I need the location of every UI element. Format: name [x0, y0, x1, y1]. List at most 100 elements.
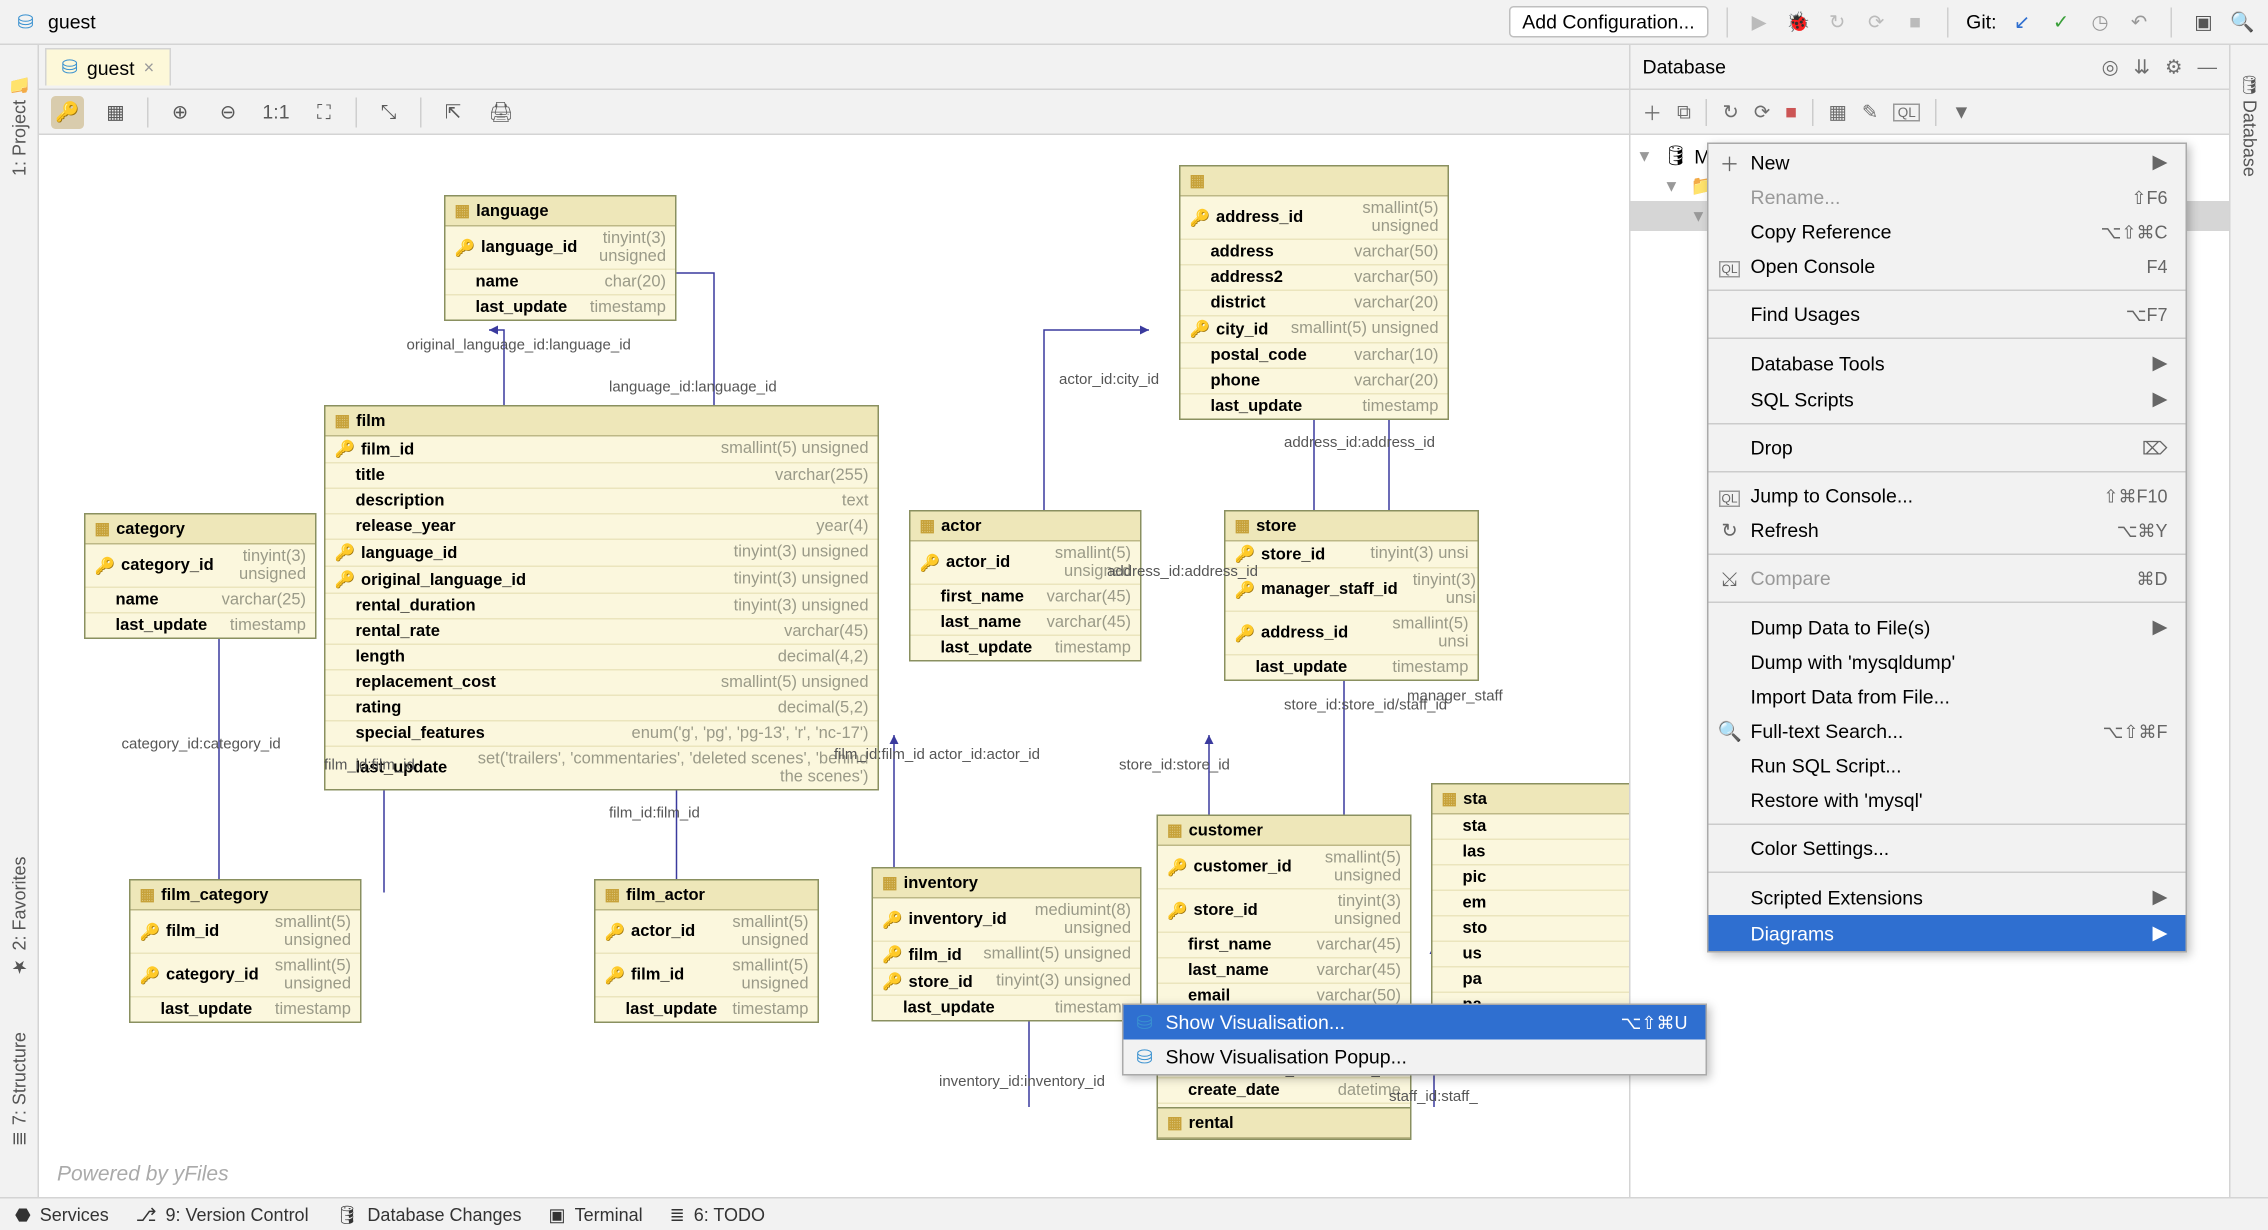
menu-item[interactable]: Import Data from File...: [1709, 680, 2186, 715]
column-row[interactable]: last_updatetimestamp: [596, 998, 818, 1022]
column-row[interactable]: 🔑category_idtinyint(3) unsigned: [86, 545, 316, 589]
refresh-btn[interactable]: ↻: [1722, 100, 1738, 124]
column-row[interactable]: last_updatetimestamp: [131, 998, 361, 1022]
export-btn[interactable]: ⇱: [437, 95, 470, 128]
column-row[interactable]: postal_codevarchar(10): [1181, 344, 1448, 370]
submenu-item[interactable]: ⛁Show Visualisation...⌥⇧⌘U: [1124, 1005, 1706, 1040]
context-menu[interactable]: ＋New▶Rename...⇧F6Copy Reference⌥⇧⌘CQLOpe…: [1707, 143, 2187, 953]
console-btn[interactable]: QL: [1893, 103, 1920, 121]
coverage-icon[interactable]: ↻: [1824, 8, 1851, 35]
column-row[interactable]: 🔑customer_idsmallint(5) unsigned: [1158, 846, 1410, 890]
column-row[interactable]: 🔑film_idsmallint(5) unsigned: [596, 954, 818, 998]
hide-icon[interactable]: —: [2198, 55, 2218, 79]
column-row[interactable]: 🔑actor_idsmallint(5) unsigned: [911, 542, 1141, 586]
fit-content-btn[interactable]: ⛶: [308, 95, 341, 128]
table-customer[interactable]: ▦customer🔑customer_idsmallint(5) unsigne…: [1157, 815, 1412, 1130]
column-row[interactable]: phonevarchar(20): [1181, 369, 1448, 395]
table-actor[interactable]: ▦actor🔑actor_idsmallint(5) unsignedfirst…: [909, 510, 1142, 662]
column-row[interactable]: address2varchar(50): [1181, 266, 1448, 292]
add-datasource-btn[interactable]: ＋: [1643, 98, 1663, 127]
column-row[interactable]: namevarchar(25): [86, 588, 316, 614]
submenu-item[interactable]: ⛁Show Visualisation Popup...: [1124, 1040, 1706, 1075]
breadcrumb[interactable]: guest: [48, 11, 96, 34]
column-row[interactable]: namechar(20): [446, 270, 676, 296]
column-row[interactable]: 🔑film_idsmallint(5) unsigned: [131, 911, 361, 955]
menu-item[interactable]: Run SQL Script...: [1709, 749, 2186, 784]
column-row[interactable]: last_updatetimestamp: [911, 636, 1141, 660]
table-rental[interactable]: ▦rental: [1157, 1107, 1412, 1140]
column-row[interactable]: last_namevarchar(45): [911, 611, 1141, 637]
database-tool-button[interactable]: 🛢 Database: [2239, 60, 2260, 189]
favorites-tool-button[interactable]: ★ 2: Favorites: [8, 845, 29, 990]
editor-tab-guest[interactable]: ⛁ guest ×: [45, 48, 171, 86]
column-row[interactable]: 🔑city_idsmallint(5) unsigned: [1181, 317, 1448, 344]
table-category[interactable]: ▦category🔑category_idtinyint(3) unsigned…: [84, 513, 317, 639]
column-row[interactable]: last_updatetimestamp: [1181, 395, 1448, 419]
column-row[interactable]: create_datedatetime: [1158, 1079, 1410, 1105]
stop-btn[interactable]: ■: [1785, 101, 1797, 124]
column-row[interactable]: 🔑address_idsmallint(5) unsigned: [1181, 197, 1448, 241]
column-row[interactable]: 🔑film_idsmallint(5) unsigned: [873, 942, 1140, 969]
column-row[interactable]: 🔑inventory_idmediumint(8) unsigned: [873, 899, 1140, 943]
column-row[interactable]: pic: [1433, 866, 1630, 892]
column-row[interactable]: em: [1433, 891, 1630, 917]
zoom-out-btn[interactable]: ⊖: [212, 95, 245, 128]
column-row[interactable]: sto: [1433, 917, 1630, 943]
column-row[interactable]: 🔑language_idtinyint(3) unsigned: [446, 227, 676, 271]
project-tool-button[interactable]: 1: Project📁: [8, 60, 29, 188]
table-staff[interactable]: ▦stastalaspicemstouspapa: [1431, 783, 1629, 1019]
menu-item[interactable]: QLJump to Console...⇧⌘F10: [1709, 479, 2186, 514]
target-icon[interactable]: ◎: [2102, 55, 2119, 79]
column-row[interactable]: 🔑store_idtinyint(3) unsi: [1226, 542, 1478, 569]
menu-item[interactable]: Restore with 'mysql': [1709, 783, 2186, 818]
all-columns-btn[interactable]: ▦: [99, 95, 132, 128]
menu-item[interactable]: Dump Data to File(s)▶: [1709, 609, 2186, 645]
filter-btn[interactable]: ▼: [1952, 101, 1971, 124]
menu-item[interactable]: 🔍Full-text Search...⌥⇧⌘F: [1709, 714, 2186, 749]
column-row[interactable]: us: [1433, 942, 1630, 968]
column-row[interactable]: special_featuresenum('g', 'pg', 'pg-13',…: [326, 722, 878, 748]
column-row[interactable]: lengthdecimal(4,2): [326, 645, 878, 671]
column-row[interactable]: 🔑store_idtinyint(3) unsigned: [873, 969, 1140, 996]
services-tool[interactable]: ⬣Services: [15, 1204, 109, 1225]
debug-icon[interactable]: 🐞: [1785, 8, 1812, 35]
column-row[interactable]: addressvarchar(50): [1181, 240, 1448, 266]
structure-tool-button[interactable]: ≣ 7: Structure: [8, 1020, 29, 1158]
menu-item[interactable]: Copy Reference⌥⇧⌘C: [1709, 215, 2186, 250]
git-update-icon[interactable]: ↙: [2009, 8, 2036, 35]
column-row[interactable]: last_updatetimestamp: [86, 614, 316, 638]
expand-icon[interactable]: ⇊: [2134, 55, 2150, 79]
close-icon[interactable]: ×: [144, 57, 155, 78]
menu-item[interactable]: ↻Refresh⌥⌘Y: [1709, 513, 2186, 548]
menu-item[interactable]: Dump with 'mysqldump': [1709, 645, 2186, 680]
column-row[interactable]: last_namevarchar(45): [1158, 959, 1410, 985]
column-row[interactable]: sta: [1433, 815, 1630, 841]
column-row[interactable]: rental_durationtinyint(3) unsigned: [326, 594, 878, 620]
todo-tool[interactable]: ≣6: TODO: [670, 1204, 765, 1225]
menu-item[interactable]: QLOpen ConsoleF4: [1709, 249, 2186, 284]
column-row[interactable]: first_namevarchar(45): [911, 585, 1141, 611]
db-changes-tool[interactable]: 🛢Database Changes: [336, 1204, 522, 1225]
vcs-tool[interactable]: ⎇9: Version Control: [136, 1204, 309, 1225]
run-icon[interactable]: ▶: [1746, 8, 1773, 35]
column-row[interactable]: 🔑original_language_idtinyint(3) unsigned: [326, 567, 878, 594]
column-row[interactable]: rental_ratevarchar(45): [326, 620, 878, 646]
key-columns-btn[interactable]: 🔑: [51, 95, 84, 128]
search-icon[interactable]: 🔍: [2229, 8, 2256, 35]
menu-item[interactable]: ＋New▶: [1709, 144, 2186, 180]
column-row[interactable]: 🔑film_idsmallint(5) unsigned: [326, 437, 878, 464]
table-film-category[interactable]: ▦film_category🔑film_idsmallint(5) unsign…: [129, 879, 362, 1023]
column-row[interactable]: 🔑address_idsmallint(5) unsi: [1226, 612, 1478, 656]
duplicate-btn[interactable]: ⧉: [1677, 100, 1691, 124]
diagrams-submenu[interactable]: ⛁Show Visualisation...⌥⇧⌘U⛁Show Visualis…: [1122, 1004, 1707, 1076]
menu-item[interactable]: Drop⌦: [1709, 431, 2186, 466]
column-row[interactable]: 🔑manager_staff_idtinyint(3) unsi: [1226, 569, 1478, 613]
add-configuration-button[interactable]: Add Configuration...: [1509, 6, 1708, 38]
column-row[interactable]: last_updatetimestamp: [873, 996, 1140, 1020]
table-inventory[interactable]: ▦inventory🔑inventory_idmediumint(8) unsi…: [872, 867, 1142, 1022]
column-row[interactable]: districtvarchar(20): [1181, 291, 1448, 317]
actual-size-btn[interactable]: 1:1: [260, 95, 293, 128]
column-row[interactable]: first_namevarchar(45): [1158, 933, 1410, 959]
column-row[interactable]: release_yearyear(4): [326, 515, 878, 541]
column-row[interactable]: 🔑store_idtinyint(3) unsigned: [1158, 890, 1410, 934]
